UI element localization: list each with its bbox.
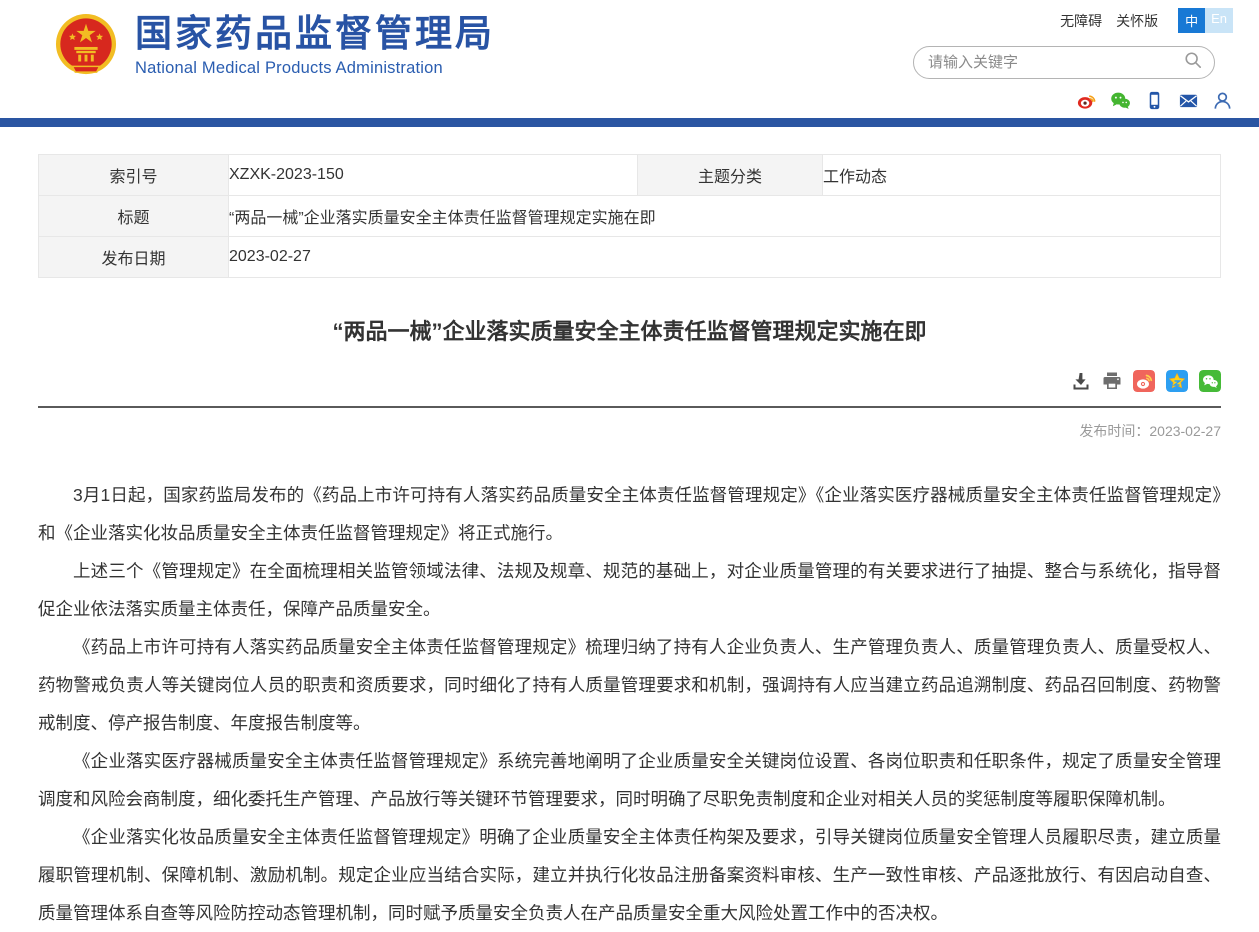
org-name-zh: 国家药品监督管理局: [135, 14, 495, 55]
title-divider: [38, 406, 1221, 408]
article-actions: [38, 370, 1221, 406]
index-label: 索引号: [39, 155, 229, 196]
article-body: 3月1日起，国家药监局发布的《药品上市许可持有人落实药品质量安全主体责任监督管理…: [38, 476, 1221, 932]
category-value: 工作动态: [823, 155, 1221, 196]
share-qzone-icon[interactable]: [1166, 370, 1188, 397]
title-value: “两品一械”企业落实质量安全主体责任监督管理规定实施在即: [229, 196, 1221, 237]
national-emblem-icon: [55, 12, 117, 80]
mail-icon[interactable]: [1178, 90, 1199, 116]
title-label: 标题: [39, 196, 229, 237]
date-label: 发布日期: [39, 237, 229, 278]
publish-time-value: 2023-02-27: [1149, 423, 1221, 439]
content-area: 索引号 XZXK-2023-150 主题分类 工作动态 标题 “两品一械”企业落…: [38, 154, 1221, 932]
page-title: “两品一械”企业落实质量安全主体责任监督管理规定实施在即: [38, 314, 1221, 346]
social-links: [913, 90, 1233, 116]
print-button[interactable]: [1102, 371, 1122, 396]
publish-time-label: 发布时间：: [1079, 423, 1149, 439]
lang-zh-button[interactable]: 中: [1178, 8, 1205, 33]
table-row: 索引号 XZXK-2023-150 主题分类 工作动态: [39, 155, 1221, 196]
date-value: 2023-02-27: [229, 237, 1221, 278]
table-row: 标题 “两品一械”企业落实质量安全主体责任监督管理规定实施在即: [39, 196, 1221, 237]
weibo-icon[interactable]: [1076, 90, 1097, 116]
care-version-link[interactable]: 关怀版: [1116, 11, 1158, 31]
search-icon[interactable]: [1184, 51, 1202, 74]
lang-en-button[interactable]: En: [1205, 8, 1233, 33]
publish-time: 发布时间：2023-02-27: [38, 421, 1221, 441]
article-paragraph: 《企业落实化妆品质量安全主体责任监督管理规定》明确了企业质量安全主体责任构架及要…: [38, 818, 1221, 932]
index-value: XZXK-2023-150: [229, 155, 638, 196]
document-meta-table: 索引号 XZXK-2023-150 主题分类 工作动态 标题 “两品一械”企业落…: [38, 154, 1221, 278]
article-paragraph: 3月1日起，国家药监局发布的《药品上市许可持有人落实药品质量安全主体责任监督管理…: [38, 476, 1221, 552]
share-weibo-icon[interactable]: [1133, 370, 1155, 397]
accessibility-link[interactable]: 无障碍: [1060, 11, 1102, 31]
org-name-en: National Medical Products Administration: [135, 59, 495, 78]
table-row: 发布日期 2023-02-27: [39, 237, 1221, 278]
share-wechat-icon[interactable]: [1199, 370, 1221, 397]
user-icon[interactable]: [1212, 90, 1233, 116]
article-paragraph: 《药品上市许可持有人落实药品质量安全主体责任监督管理规定》梳理归纳了持有人企业负…: [38, 628, 1221, 742]
article-paragraph: 上述三个《管理规定》在全面梳理相关监管领域法律、法规及规章、规范的基础上，对企业…: [38, 552, 1221, 628]
mobile-icon[interactable]: [1144, 90, 1165, 116]
wechat-icon[interactable]: [1110, 90, 1131, 116]
site-search[interactable]: [913, 46, 1215, 79]
language-switch: 中 En: [1178, 8, 1233, 33]
download-button[interactable]: [1071, 371, 1091, 396]
article-paragraph: 《企业落实医疗器械质量安全主体责任监督管理规定》系统完善地阐明了企业质量安全关键…: [38, 742, 1221, 818]
category-label: 主题分类: [638, 155, 823, 196]
site-header: 国家药品监督管理局 National Medical Products Admi…: [0, 0, 1259, 118]
search-input[interactable]: [926, 53, 1184, 72]
header-divider-bar: [0, 118, 1259, 127]
